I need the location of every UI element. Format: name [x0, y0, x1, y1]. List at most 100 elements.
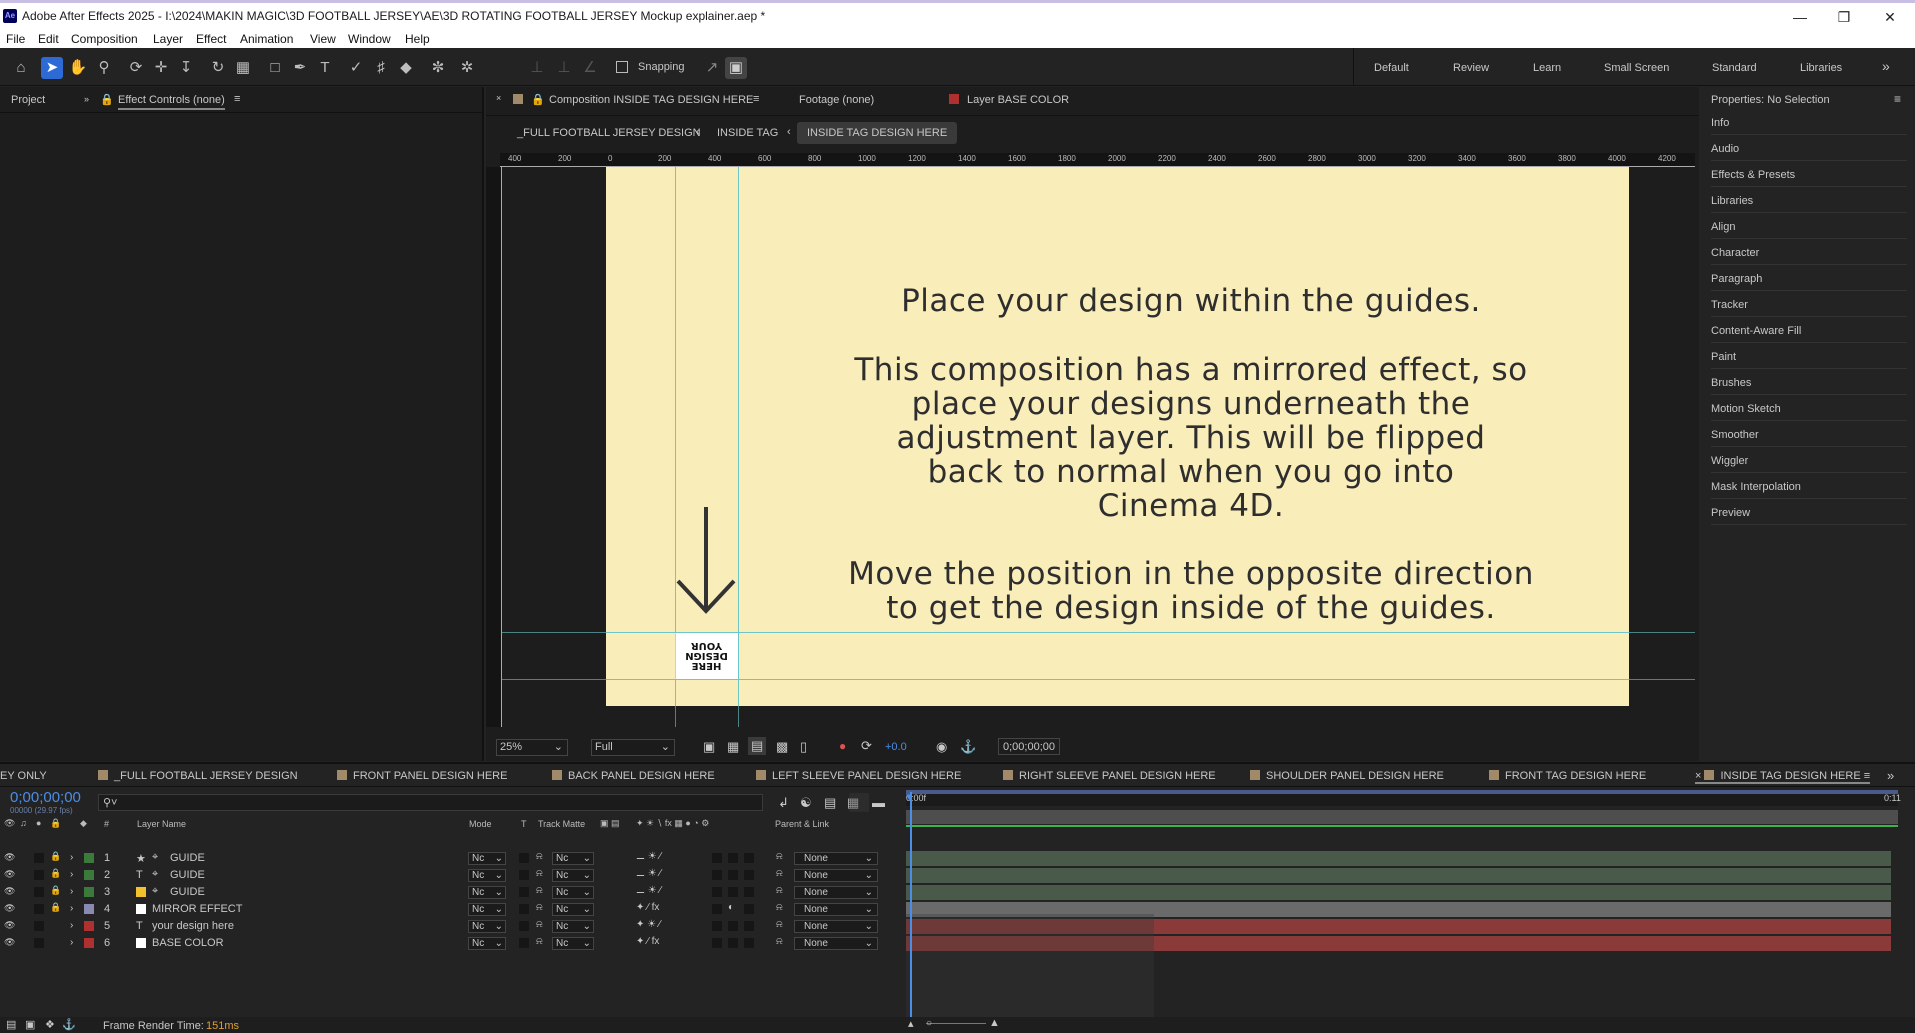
- track-matte-dropdown[interactable]: Nc ⌄: [552, 869, 594, 882]
- panel-item-motion-sketch[interactable]: Motion Sketch: [1711, 395, 1907, 421]
- 3d-layer-switch[interactable]: [744, 853, 754, 863]
- color-management-icon[interactable]: ●: [839, 739, 846, 753]
- timeline-time-ruler[interactable]: 0:00f 0:11: [906, 792, 1901, 806]
- parent-pickwhip-icon[interactable]: ⍾: [776, 851, 783, 862]
- brush-tool-icon[interactable]: ✓: [345, 57, 367, 79]
- mask-visibility-icon[interactable]: ▤: [748, 737, 767, 755]
- timeline-zoom-slider[interactable]: [926, 1023, 986, 1024]
- zoom-in-icon[interactable]: ▲: [989, 1017, 1000, 1029]
- reset-exposure-icon[interactable]: ⟳: [861, 738, 872, 754]
- motion-blur-switch[interactable]: [712, 904, 722, 914]
- layer-mode-dropdown[interactable]: Nc ⌄: [468, 903, 506, 916]
- motion-blur-toggle[interactable]: [849, 793, 869, 812]
- lock-icon[interactable]: 🔒: [531, 93, 545, 106]
- puppet-pin-icon[interactable]: ✲: [456, 57, 478, 79]
- close-icon[interactable]: ✕: [1875, 5, 1905, 29]
- track-matte-pickwhip-icon[interactable]: ⍾: [536, 851, 543, 862]
- layer-switches[interactable]: ⚊ ☀ ∕: [636, 851, 661, 862]
- adjustment-layer-switch[interactable]: [728, 887, 738, 897]
- timeline-tab-0[interactable]: EY ONLY: [0, 770, 47, 782]
- preserve-transparency-toggle[interactable]: [519, 938, 529, 948]
- panel-item-tracker[interactable]: Tracker: [1711, 291, 1907, 317]
- layer-name[interactable]: GUIDE: [170, 852, 205, 864]
- workspace-review[interactable]: Review: [1453, 62, 1489, 74]
- layer-name[interactable]: MIRROR EFFECT: [152, 903, 242, 915]
- layer-row[interactable]: 👁 🔒 › 2 T ⌖ GUIDE Nc ⌄ ⍾ Nc ⌄ ⚊ ☀ ∕ ⍾ None ⌄: [0, 867, 905, 884]
- zoom-tool-icon[interactable]: ⚲: [93, 57, 115, 79]
- menu-animation[interactable]: Animation: [240, 32, 293, 46]
- panel-menu-icon[interactable]: ≡: [234, 93, 240, 105]
- axis-view-icon[interactable]: ∠: [579, 57, 601, 79]
- expand-chevron-icon[interactable]: ›: [70, 886, 73, 897]
- panel-menu-icon[interactable]: ≡: [1894, 92, 1901, 106]
- label-color[interactable]: [84, 904, 94, 914]
- motion-blur-switch[interactable]: [712, 870, 722, 880]
- work-area-bar[interactable]: [906, 790, 1898, 794]
- rotation-tool-icon[interactable]: ↻: [207, 57, 229, 79]
- timeline-tab-7[interactable]: FRONT TAG DESIGN HERE: [1489, 770, 1646, 782]
- panel-item-audio[interactable]: Audio: [1711, 135, 1907, 161]
- lock-icon[interactable]: 🔒: [50, 851, 61, 862]
- snapping-checkbox[interactable]: [616, 61, 628, 73]
- panel-item-wiggler[interactable]: Wiggler: [1711, 447, 1907, 473]
- minimize-icon[interactable]: —: [1785, 5, 1815, 29]
- panel-item-libraries[interactable]: Libraries: [1711, 187, 1907, 213]
- parent-pickwhip-icon[interactable]: ⍾: [776, 902, 783, 913]
- home-icon[interactable]: ⌂: [10, 57, 32, 79]
- track-matte-dropdown[interactable]: Nc ⌄: [552, 886, 594, 899]
- timeline-overflow-icon[interactable]: »: [1887, 768, 1894, 783]
- flowchart-icon[interactable]: ⚓: [62, 1018, 76, 1031]
- playhead-line[interactable]: [910, 792, 912, 1017]
- zoom-dropdown[interactable]: 25% ⌄: [496, 739, 568, 756]
- work-area-range[interactable]: [906, 810, 1898, 824]
- layer-switches[interactable]: ⚊ ☀ ∕: [636, 868, 661, 879]
- menu-file[interactable]: File: [6, 32, 25, 46]
- tab-effect-controls[interactable]: Effect Controls (none): [118, 94, 225, 110]
- tab-composition[interactable]: Composition INSIDE TAG DESIGN HERE: [549, 94, 753, 106]
- selection-tool-icon[interactable]: ➤: [41, 57, 63, 79]
- adjustment-layer-switch[interactable]: [728, 938, 738, 948]
- audio-icon[interactable]: ♫: [20, 818, 27, 828]
- solo-icon[interactable]: ●: [36, 818, 41, 828]
- menu-view[interactable]: View: [310, 32, 336, 46]
- parent-pickwhip-icon[interactable]: ⍾: [776, 936, 783, 947]
- transparency-grid-icon[interactable]: ▦: [727, 739, 739, 755]
- expand-chevron-icon[interactable]: ›: [70, 869, 73, 880]
- visibility-icon[interactable]: 👁: [4, 852, 15, 863]
- panel-item-info[interactable]: Info: [1711, 109, 1907, 135]
- expand-chevron-icon[interactable]: ›: [70, 852, 73, 863]
- pan-camera-icon[interactable]: ✛: [150, 57, 172, 79]
- label-color[interactable]: [84, 921, 94, 931]
- eraser-tool-icon[interactable]: ◆: [395, 57, 417, 79]
- label-color[interactable]: [84, 870, 94, 880]
- workspace-libraries[interactable]: Libraries: [1800, 62, 1842, 74]
- layer-mode-dropdown[interactable]: Nc ⌄: [468, 852, 506, 865]
- show-snapshot-icon[interactable]: ⚓: [960, 739, 976, 755]
- panel-item-mask-interpolation[interactable]: Mask Interpolation: [1711, 473, 1907, 499]
- visibility-icon[interactable]: 👁: [4, 903, 15, 914]
- stretch-toggle-icon[interactable]: ❖: [45, 1018, 55, 1031]
- layer-duration-bar[interactable]: [906, 868, 1891, 883]
- lock-icon[interactable]: 🔒: [50, 885, 61, 896]
- panel-menu-icon[interactable]: ≡: [1861, 770, 1870, 782]
- panel-item-smoother[interactable]: Smoother: [1711, 421, 1907, 447]
- timeline-tab-3[interactable]: BACK PANEL DESIGN HERE: [552, 770, 715, 782]
- hide-shy-layers-icon[interactable]: ▤: [824, 795, 836, 811]
- render-time-toggle-icon[interactable]: ▤: [6, 1018, 16, 1031]
- track-matte-pickwhip-icon[interactable]: ⍾: [536, 885, 543, 896]
- clone-stamp-icon[interactable]: ♯: [370, 57, 392, 79]
- layer-switches[interactable]: ⚊ ☀ ∕: [636, 885, 661, 896]
- parent-dropdown[interactable]: None ⌄: [794, 869, 878, 882]
- label-icon[interactable]: ◆: [80, 818, 87, 829]
- motion-blur-switch[interactable]: [712, 887, 722, 897]
- menu-effect[interactable]: Effect: [196, 32, 226, 46]
- expand-chevron-icon[interactable]: ›: [70, 920, 73, 931]
- composition-mini-flowchart-icon[interactable]: ↲: [778, 795, 789, 811]
- layer-duration-bar[interactable]: [906, 851, 1891, 866]
- timeline-timecode[interactable]: 0;00;00;00: [10, 789, 81, 806]
- layer-row[interactable]: 👁 🔒 › 1 ★ ⌖ GUIDE Nc ⌄ ⍾ Nc ⌄ ⚊ ☀ ∕ ⍾ None ⌄: [0, 850, 905, 867]
- menu-help[interactable]: Help: [405, 32, 430, 46]
- layer-name[interactable]: BASE COLOR: [152, 937, 224, 949]
- resolution-dropdown[interactable]: Full ⌄: [591, 739, 675, 756]
- menu-window[interactable]: Window: [348, 32, 391, 46]
